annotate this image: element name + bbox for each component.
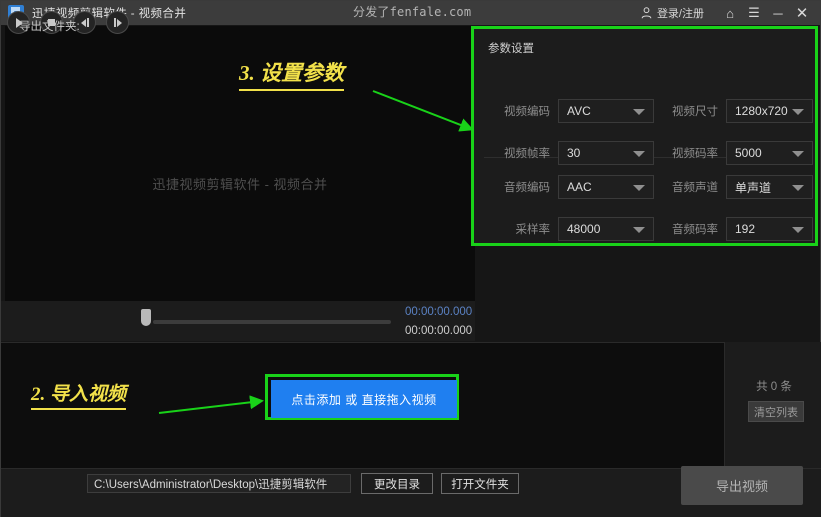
field-audio-codec-label: 音频编码 (504, 182, 550, 194)
current-time-label: 00:00:00.000 (405, 306, 473, 318)
next-frame-button[interactable] (106, 11, 129, 34)
audio-channel-value: 单声道 (735, 180, 772, 195)
annotation-step3-text: 3. 设置参数 (239, 57, 344, 91)
video-codec-dropdown[interactable]: AVC (558, 99, 654, 123)
audio-bitrate-value: 192 (735, 222, 756, 236)
user-icon (641, 7, 652, 19)
field-video-size: 视频尺寸 1280x720 (664, 99, 813, 123)
field-audio-codec: 音频编码 AAC (496, 175, 654, 199)
sample-rate-dropdown[interactable]: 48000 (558, 217, 654, 241)
field-video-codec-label: 视频编码 (504, 106, 550, 118)
preview-placeholder-text: 迅捷视频剪辑软件 - 视频合并 (152, 177, 328, 192)
home-icon[interactable]: ⌂ (718, 1, 742, 25)
chevron-down-icon (633, 109, 645, 115)
video-framerate-value: 30 (567, 146, 581, 160)
prev-frame-bar-icon (86, 18, 89, 27)
total-time-label: 00:00:00.000 (405, 325, 473, 337)
audio-bitrate-dropdown[interactable]: 192 (726, 217, 813, 241)
field-video-bitrate: 视频码率 5000 (664, 141, 813, 165)
seek-handle[interactable] (141, 309, 151, 326)
parameter-settings-panel: 参数设置 视频编码 AVC 视频尺寸 1280x720 视频帧率 30 视频码率… (471, 26, 818, 246)
video-codec-value: AVC (567, 104, 591, 118)
watermark-text: 分发了fenfale.com (353, 5, 472, 19)
next-frame-icon (116, 18, 122, 27)
seek-bar[interactable] (153, 320, 391, 324)
audio-codec-dropdown[interactable]: AAC (558, 175, 654, 199)
chevron-down-icon (633, 185, 645, 191)
field-audio-bitrate: 音频码率 192 (664, 217, 813, 241)
audio-codec-value: AAC (567, 180, 592, 194)
audio-channel-dropdown[interactable]: 单声道 (726, 175, 813, 199)
title-bar-actions: 登录/注册 ⌂ ☰ － ✕ (641, 1, 814, 25)
video-bitrate-value: 5000 (735, 146, 762, 160)
export-path-input[interactable]: C:\Users\Administrator\Desktop\迅捷剪辑软件 (87, 474, 351, 493)
menu-icon[interactable]: ☰ (742, 1, 766, 25)
chevron-down-icon (792, 109, 804, 115)
field-audio-channel: 音频声道 单声道 (664, 175, 813, 199)
field-audio-channel-label: 音频声道 (672, 182, 718, 194)
video-size-dropdown[interactable]: 1280x720 (726, 99, 813, 123)
video-bitrate-dropdown[interactable]: 5000 (726, 141, 813, 165)
minimize-icon[interactable]: － (766, 1, 790, 25)
export-folder-label: 导出文件夹: (19, 21, 80, 33)
field-video-bitrate-label: 视频码率 (672, 148, 718, 160)
login-register-label: 登录/注册 (656, 8, 704, 20)
chevron-down-icon (792, 185, 804, 191)
chevron-down-icon (633, 227, 645, 233)
clear-list-button[interactable]: 清空列表 (748, 401, 804, 422)
prev-frame-icon (80, 18, 86, 27)
field-video-codec: 视频编码 AVC (496, 99, 654, 123)
parameter-settings-title: 参数设置 (488, 43, 534, 55)
list-count-label: 共 0 条 (756, 381, 792, 393)
field-video-framerate: 视频帧率 30 (496, 141, 654, 165)
change-directory-button[interactable]: 更改目录 (361, 473, 433, 494)
sample-rate-value: 48000 (567, 222, 601, 236)
field-sample-rate: 采样率 48000 (496, 217, 654, 241)
app-window: 迅捷视频剪辑软件 - 视频合并 分发了fenfale.com 登录/注册 ⌂ ☰… (0, 0, 821, 517)
field-audio-bitrate-label: 音频码率 (672, 224, 718, 236)
parameter-settings-body: 参数设置 视频编码 AVC 视频尺寸 1280x720 视频帧率 30 视频码率… (474, 29, 815, 243)
list-sidebar: 共 0 条 清空列表 (724, 342, 821, 468)
chevron-down-icon (792, 151, 804, 157)
login-register-button[interactable]: 登录/注册 (641, 5, 704, 21)
annotation-step2-text: 2. 导入视频 (31, 379, 127, 410)
open-folder-button[interactable]: 打开文件夹 (441, 473, 519, 494)
field-video-size-label: 视频尺寸 (672, 106, 718, 118)
add-video-highlight: 点击添加 或 直接拖入视频 (265, 374, 459, 420)
video-size-value: 1280x720 (735, 104, 788, 118)
chevron-down-icon (792, 227, 804, 233)
video-framerate-dropdown[interactable]: 30 (558, 141, 654, 165)
field-sample-rate-label: 采样率 (515, 224, 551, 236)
export-video-button[interactable]: 导出视频 (681, 466, 803, 505)
export-path-value: C:\Users\Administrator\Desktop\迅捷剪辑软件 (94, 478, 328, 491)
add-video-button[interactable]: 点击添加 或 直接拖入视频 (271, 380, 457, 418)
chevron-down-icon (633, 151, 645, 157)
close-icon[interactable]: ✕ (790, 1, 814, 25)
field-video-framerate-label: 视频帧率 (504, 148, 550, 160)
next-frame-bar-icon (113, 18, 116, 27)
